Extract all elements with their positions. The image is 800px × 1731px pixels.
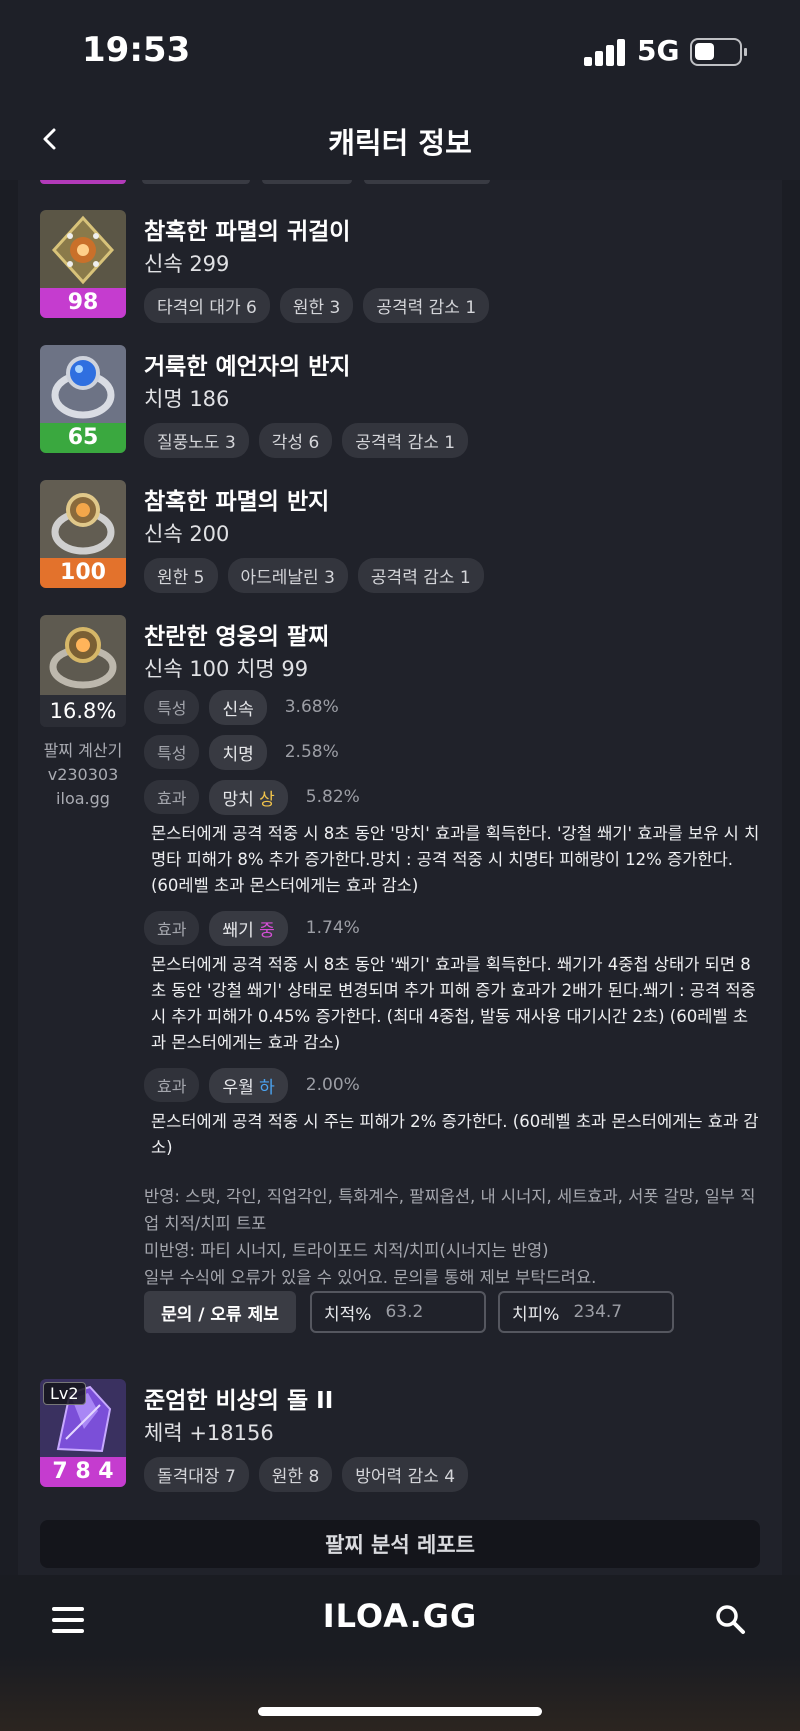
signal-icon — [584, 38, 626, 66]
ring-icon — [40, 345, 126, 425]
prev-item-edge — [364, 180, 490, 184]
option-type: 특성 — [144, 735, 200, 769]
grade-label: 상 — [259, 789, 275, 810]
bracelet-option-row: 효과 망치 상 5.82% — [144, 779, 360, 815]
bracelet-option-row: 효과 쐐기 중 1.74% — [144, 910, 360, 946]
ring-icon — [40, 480, 126, 560]
option-name: 신속 — [209, 689, 267, 725]
earring-icon — [40, 210, 126, 290]
bracelet-percent: 16.8% — [40, 695, 126, 727]
accessory-item[interactable]: 100 참혹한 파멸의 반지 신속 200 원한 5 아드레날린 3 공격력 감… — [40, 480, 760, 593]
quality-badge: 7 8 4 — [40, 1457, 126, 1487]
accessory-item[interactable]: 65 거룩한 예언자의 반지 치명 186 질풍노도 3 각성 6 공격력 감소… — [40, 345, 760, 458]
status-time: 19:53 — [82, 30, 191, 70]
crit-rate-value[interactable]: 63.2 — [385, 1302, 423, 1322]
engraving-tag: 공격력 감소 1 — [342, 423, 469, 458]
grade-label: 하 — [259, 1077, 275, 1098]
prev-item-edge — [262, 180, 352, 184]
crit-rate-label: 치적% — [324, 1304, 372, 1325]
accessory-item[interactable]: 98 참혹한 파멸의 귀걸이 신속 299 타격의 대가 6 원한 3 공격력 … — [40, 210, 760, 323]
bottom-nav: ILOA.GG — [0, 1575, 800, 1731]
option-type: 특성 — [144, 690, 200, 724]
item-name: 찬란한 영웅의 팔찌 — [144, 624, 330, 650]
bracelet-option-row: 효과 우월 하 2.00% — [144, 1067, 360, 1103]
option-description: 몬스터에게 공격 적중 시 8초 동안 '망치' 효과를 획득한다. '강철 쐐… — [151, 824, 760, 895]
crit-damage-field[interactable]: 치피% 234.7 — [498, 1291, 674, 1333]
item-stat: 체력 +18156 — [144, 1421, 274, 1445]
top-bar: 캐릭터 정보 — [0, 100, 800, 180]
home-indicator — [258, 1707, 542, 1716]
option-name: 우월 하 — [209, 1067, 288, 1103]
prev-item-edge — [40, 180, 126, 184]
status-bar: 19:53 5G — [0, 0, 800, 100]
option-value: 1.74% — [305, 918, 360, 938]
option-description: 몬스터에게 공격 적중 시 주는 피해가 2% 증가한다. (60레벨 초과 몬… — [151, 1112, 759, 1157]
item-thumbnail: 65 — [40, 345, 126, 453]
option-value: 5.82% — [305, 787, 360, 807]
engraving-tag: 각성 6 — [258, 423, 333, 458]
item-name: 거룩한 예언자의 반지 — [144, 354, 351, 380]
grade-label: 중 — [259, 920, 275, 941]
battery-icon — [690, 38, 747, 66]
quality-badge: 65 — [40, 423, 126, 453]
prev-item-edge — [142, 180, 250, 184]
logo[interactable]: ILOA.GG — [0, 1597, 800, 1635]
option-name: 치명 — [209, 734, 267, 770]
stone-level: Lv2 — [43, 1382, 86, 1405]
engraving-tag: 공격력 감소 1 — [357, 558, 484, 593]
network-label: 5G — [637, 34, 680, 67]
item-stat: 치명 186 — [144, 387, 230, 411]
bracelet-report-button[interactable]: 팔찌 분석 레포트 — [40, 1520, 760, 1568]
item-thumbnail: 16.8% — [40, 615, 126, 727]
engraving-tag: 방어력 감소 4 — [342, 1457, 469, 1492]
engraving-tag: 공격력 감소 1 — [363, 288, 490, 323]
page-title: 캐릭터 정보 — [328, 126, 472, 160]
crit-rate-field[interactable]: 치적% 63.2 — [310, 1291, 486, 1333]
calc-notes: 반영: 스탯, 각인, 직업각인, 특화계수, 팔찌옵션, 내 시너지, 세트효… — [144, 1183, 764, 1291]
calc-label: 팔찌 계산기 — [43, 741, 123, 760]
bracelet-section: 16.8% 팔찌 계산기 v230303 iloa.gg 찬란한 영웅의 팔찌 … — [40, 615, 760, 1485]
item-name: 준엄한 비상의 돌 II — [144, 1388, 334, 1414]
option-value: 2.00% — [305, 1075, 360, 1095]
calc-version: v230303 — [47, 765, 119, 784]
engraving-tag: 원한 3 — [279, 288, 354, 323]
calc-site: iloa.gg — [56, 789, 110, 808]
item-name: 참혹한 파멸의 반지 — [144, 489, 330, 515]
bracelet-option-row: 특성 신속 3.68% — [144, 689, 339, 725]
item-stat: 신속 100 치명 99 — [144, 657, 309, 681]
item-stat: 신속 200 — [144, 522, 230, 546]
search-icon[interactable] — [714, 1603, 746, 1635]
item-stat: 신속 299 — [144, 252, 230, 276]
note-unreflected: 미반영: 파티 시너지, 트라이포드 치적/치피(시너지는 반영) — [144, 1241, 549, 1260]
engraving-tag: 원한 8 — [258, 1457, 333, 1492]
note-reflected: 반영: 스탯, 각인, 직업각인, 특화계수, 팔찌옵션, 내 시너지, 세트효… — [144, 1187, 756, 1233]
bracelet-option-row: 특성 치명 2.58% — [144, 734, 339, 770]
engraving-tag: 돌격대장 7 — [144, 1457, 249, 1492]
option-name: 쐐기 중 — [209, 910, 288, 946]
report-error-button[interactable]: 문의 / 오류 제보 — [144, 1291, 296, 1333]
option-description: 몬스터에게 공격 적중 시 8초 동안 '쐐기' 효과를 획득한다. 쐐기가 4… — [151, 955, 756, 1052]
item-name: 참혹한 파멸의 귀걸이 — [144, 219, 351, 245]
quality-badge: 100 — [40, 558, 126, 588]
engraving-tag: 아드레날린 3 — [227, 558, 348, 593]
option-type: 효과 — [144, 780, 200, 814]
bracelet-icon — [40, 615, 126, 695]
item-thumbnail: 98 — [40, 210, 126, 318]
option-value: 2.58% — [284, 742, 339, 762]
option-value: 3.68% — [284, 697, 339, 717]
note-disclaimer: 일부 수식에 오류가 있을 수 있어요. 문의를 통해 제보 부탁드려요. — [144, 1268, 597, 1287]
crit-damage-value[interactable]: 234.7 — [573, 1302, 622, 1322]
content-panel: 98 참혹한 파멸의 귀걸이 신속 299 타격의 대가 6 원한 3 공격력 … — [18, 180, 782, 1575]
option-type: 효과 — [144, 1068, 200, 1102]
quality-badge: 98 — [40, 288, 126, 318]
item-thumbnail: Lv2 7 8 4 — [40, 1379, 126, 1487]
option-name: 망치 상 — [209, 779, 288, 815]
item-thumbnail: 100 — [40, 480, 126, 588]
ability-stone-item[interactable]: Lv2 7 8 4 준엄한 비상의 돌 II 체력 +18156 돌격대장 7 … — [40, 1379, 760, 1492]
crit-damage-label: 치피% — [512, 1304, 560, 1325]
engraving-tag: 원한 5 — [144, 558, 218, 593]
engraving-tag: 타격의 대가 6 — [144, 288, 270, 323]
engraving-tag: 질풍노도 3 — [144, 423, 249, 458]
option-type: 효과 — [144, 911, 200, 945]
